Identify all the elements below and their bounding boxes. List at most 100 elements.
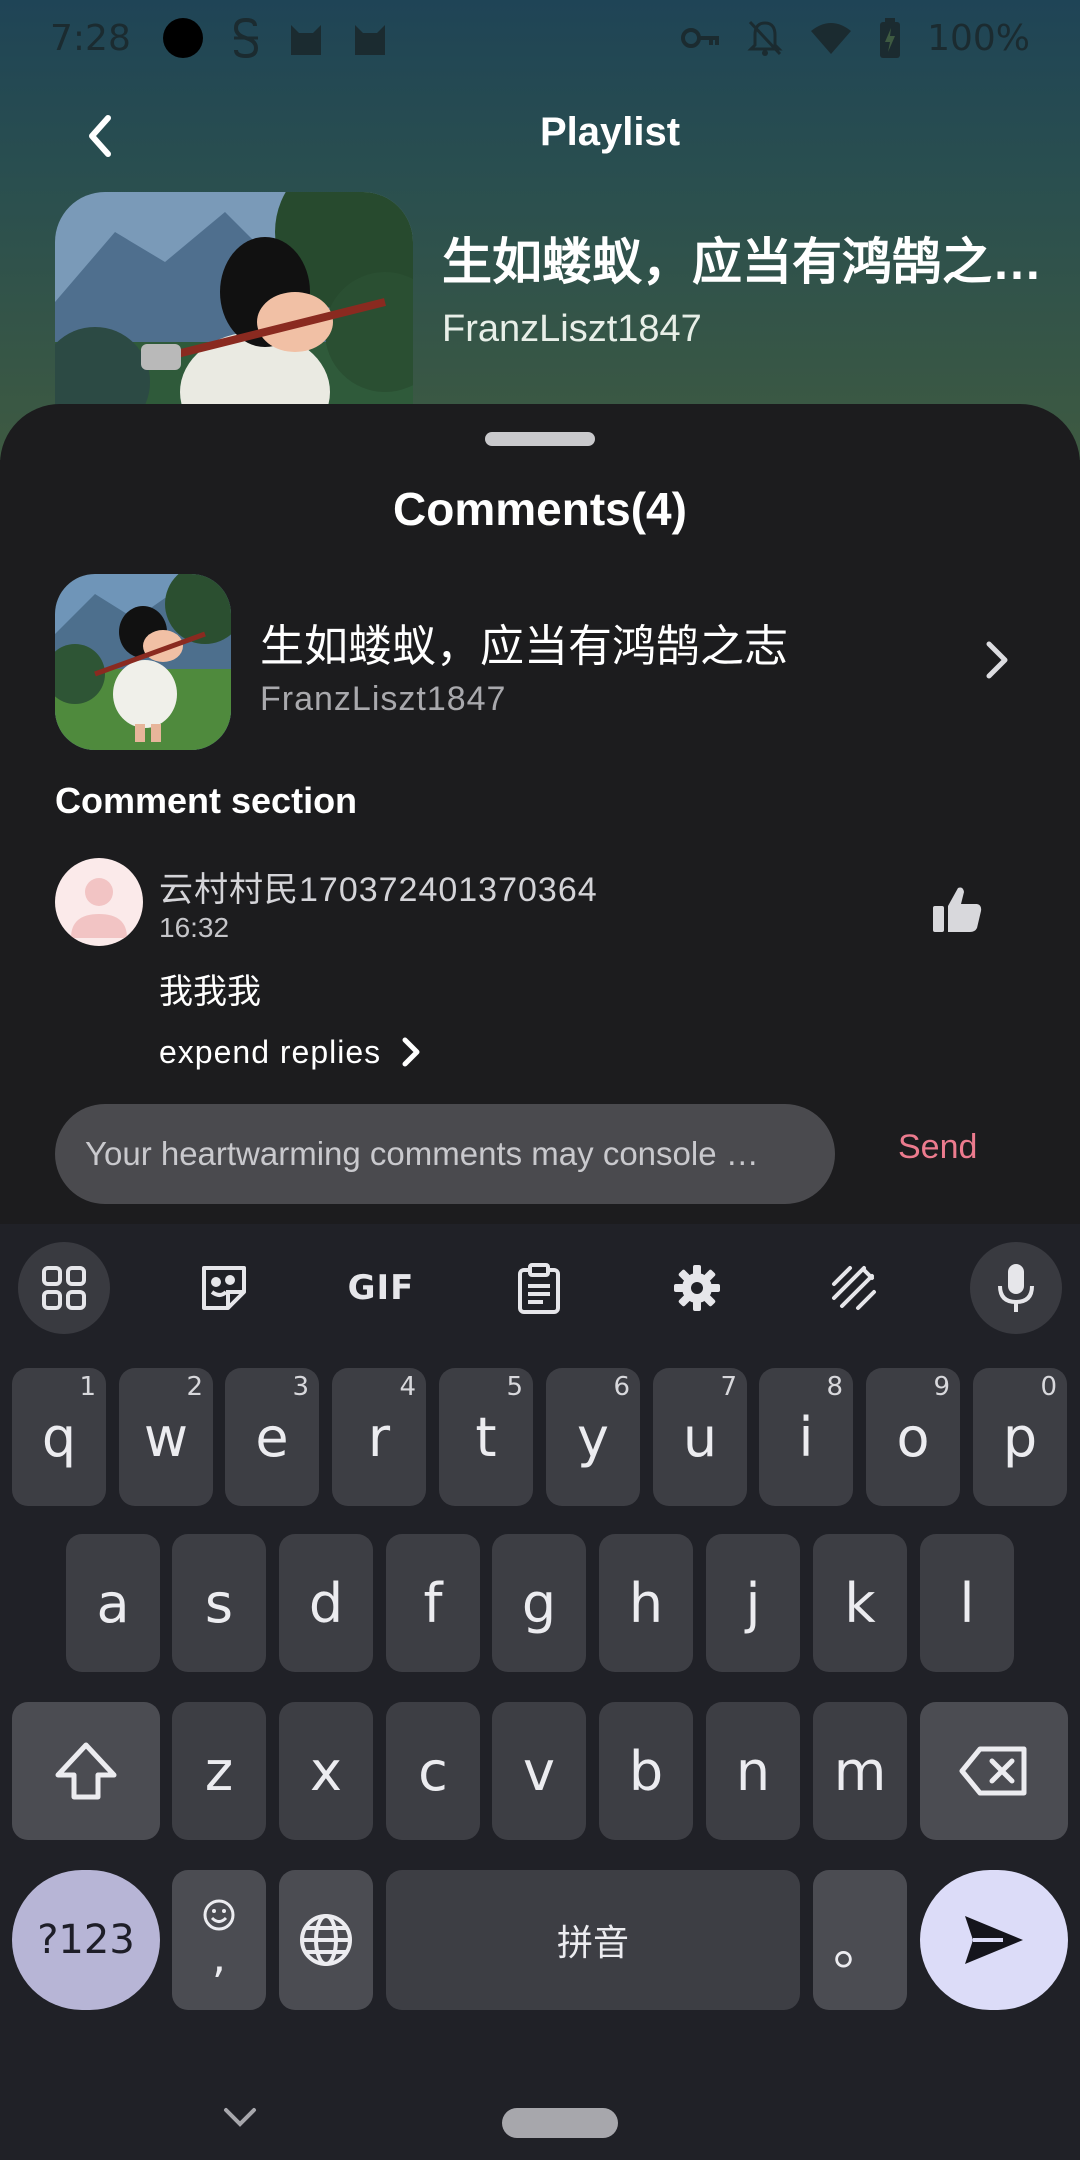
home-gesture-pill[interactable] — [502, 2108, 618, 2138]
key-label: h — [628, 1571, 664, 1635]
key-v[interactable]: v — [492, 1702, 586, 1840]
key-m[interactable]: m — [813, 1702, 907, 1840]
key-label: a — [96, 1571, 130, 1635]
key-j[interactable]: j — [706, 1534, 800, 1672]
clipboard-icon[interactable] — [493, 1242, 585, 1334]
key-label: p — [1002, 1405, 1038, 1469]
key-label: x — [310, 1739, 342, 1803]
key-label: w — [143, 1405, 189, 1469]
backspace-icon — [959, 1746, 1027, 1796]
symbols-key[interactable]: ?123 — [12, 1870, 160, 2010]
key-a[interactable]: a — [66, 1534, 160, 1672]
playlist-row-author: FranzLiszt1847 — [260, 680, 507, 718]
apps-grid-icon[interactable] — [18, 1242, 110, 1334]
chevron-right-icon[interactable] — [969, 632, 1025, 688]
key-e[interactable]: e3 — [225, 1368, 319, 1506]
key-label: 。 — [833, 1913, 887, 1977]
key-p[interactable]: p0 — [973, 1368, 1067, 1506]
navigation-bar — [0, 2084, 1080, 2160]
shift-key[interactable] — [12, 1702, 160, 1840]
key-label: d — [308, 1571, 344, 1635]
comment-input[interactable] — [85, 1135, 805, 1173]
avatar[interactable] — [55, 858, 143, 946]
handwriting-icon[interactable] — [808, 1242, 900, 1334]
bell-off-icon — [747, 20, 783, 56]
key-y[interactable]: y6 — [546, 1368, 640, 1506]
period-key[interactable]: 。 — [813, 1870, 907, 2010]
key-r[interactable]: r4 — [332, 1368, 426, 1506]
key-hint: 9 — [933, 1372, 950, 1402]
status-time: 7:28 — [50, 17, 131, 59]
key-u[interactable]: u7 — [653, 1368, 747, 1506]
sheet-drag-handle[interactable] — [485, 432, 595, 446]
gear-icon[interactable] — [651, 1242, 743, 1334]
key-label: l — [959, 1571, 975, 1635]
key-n[interactable]: n — [706, 1702, 800, 1840]
key-h[interactable]: h — [599, 1534, 693, 1672]
chevron-right-icon — [402, 1037, 420, 1067]
comment-input-container — [55, 1104, 835, 1204]
key-w[interactable]: w2 — [119, 1368, 213, 1506]
chevron-down-icon[interactable] — [222, 2104, 258, 2130]
key-label: f — [423, 1571, 443, 1635]
cat-icon — [290, 25, 321, 55]
send-button[interactable]: Send — [898, 1128, 977, 1167]
key-d[interactable]: d — [279, 1534, 373, 1672]
key-hint: 2 — [186, 1372, 203, 1402]
key-i[interactable]: i8 — [759, 1368, 853, 1506]
key-label: i — [798, 1405, 814, 1469]
comma-key[interactable]: , — [172, 1870, 266, 2010]
key-label: r — [367, 1405, 391, 1469]
record-dot-icon — [162, 18, 203, 58]
send-icon — [965, 1916, 1023, 1964]
enter-key[interactable] — [920, 1870, 1068, 2010]
mic-icon[interactable] — [970, 1242, 1062, 1334]
key-label: z — [204, 1739, 234, 1803]
key-o[interactable]: o9 — [866, 1368, 960, 1506]
gif-label: GIF — [347, 1268, 415, 1308]
key-hint: 1 — [79, 1372, 96, 1402]
key-label: k — [844, 1571, 876, 1635]
comments-title: Comments(4) — [393, 483, 687, 535]
key-x[interactable]: x — [279, 1702, 373, 1840]
emoji-icon — [203, 1899, 235, 1930]
key-label: u — [682, 1405, 718, 1469]
key-s[interactable]: s — [172, 1534, 266, 1672]
playlist-title: 生如蝼蚁，应当有鸿鹄之… — [442, 234, 1042, 290]
shift-icon — [55, 1742, 117, 1800]
battery-icon — [880, 18, 901, 58]
key-l[interactable]: l — [920, 1534, 1014, 1672]
key-label: 拼音 — [556, 1923, 629, 1964]
soft-keyboard: GIF q1 w2 e3 r4 t5 y6 u7 i8 o9 p0 a s d … — [0, 1224, 1080, 2160]
key-label: q — [41, 1405, 77, 1469]
key-k[interactable]: k — [813, 1534, 907, 1672]
expand-replies-button[interactable]: expend replies — [159, 1032, 427, 1072]
key-b[interactable]: b — [599, 1702, 693, 1840]
key-label: o — [896, 1405, 930, 1469]
globe-icon — [300, 1914, 352, 1966]
key-g[interactable]: g — [492, 1534, 586, 1672]
key-label: e — [255, 1405, 289, 1469]
key-label: y — [577, 1405, 609, 1469]
key-c[interactable]: c — [386, 1702, 480, 1840]
key-label: b — [628, 1739, 664, 1803]
key-q[interactable]: q1 — [12, 1368, 106, 1506]
key-hint: 8 — [826, 1372, 843, 1402]
sticker-icon[interactable] — [178, 1242, 270, 1334]
backspace-key[interactable] — [920, 1702, 1068, 1840]
comment-item: 云村村民170372401370364 16:32 我我我 expend rep… — [55, 852, 1025, 1112]
key-t[interactable]: t5 — [439, 1368, 533, 1506]
space-key[interactable]: 拼音 — [386, 1870, 800, 2010]
cat-icon — [354, 25, 385, 55]
playlist-info-row[interactable]: 生如蝼蚁，应当有鸿鹄之志 FranzLiszt1847 — [55, 570, 1025, 750]
gif-button[interactable]: GIF — [335, 1242, 427, 1334]
key-f[interactable]: f — [386, 1534, 480, 1672]
thumbs-up-icon[interactable] — [929, 882, 985, 938]
key-hint: 7 — [720, 1372, 737, 1402]
language-key[interactable] — [279, 1870, 373, 2010]
key-hint: 0 — [1040, 1372, 1057, 1402]
playlist-author[interactable]: FranzLiszt1847 — [442, 308, 702, 351]
key-z[interactable]: z — [172, 1702, 266, 1840]
key-label: t — [475, 1405, 497, 1469]
key-label: c — [418, 1739, 448, 1803]
